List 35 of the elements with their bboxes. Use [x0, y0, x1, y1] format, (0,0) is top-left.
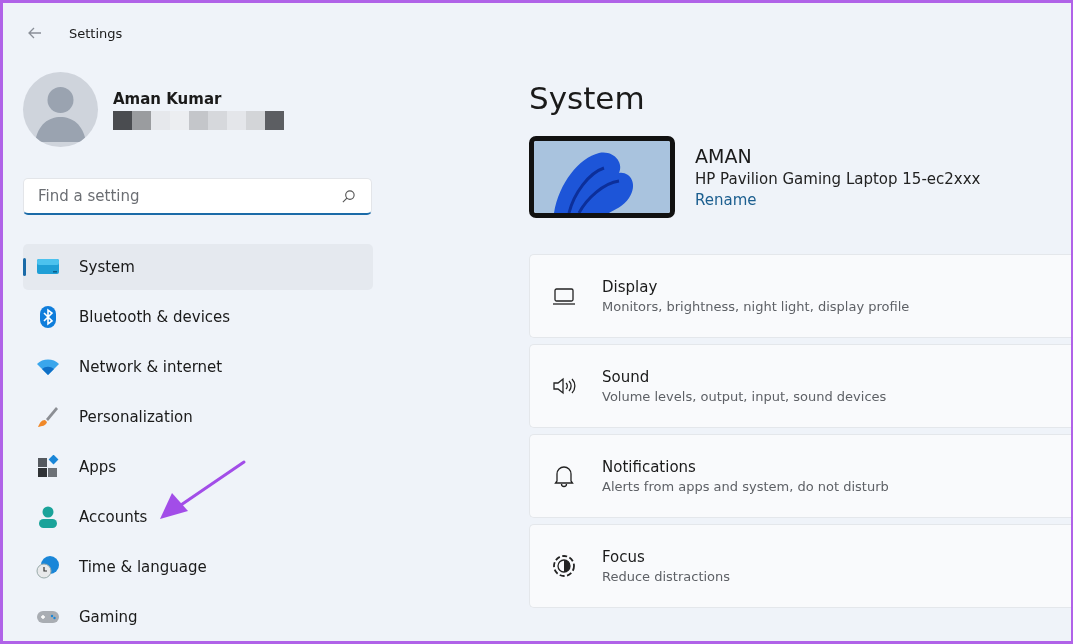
settings-card[interactable]: Sound Volume levels, output, input, sound devices	[529, 344, 1071, 428]
nav-item[interactable]: System	[23, 244, 373, 290]
device-name: AMAN	[695, 145, 753, 167]
person-icon	[36, 505, 60, 529]
nav-item[interactable]: Accounts	[23, 494, 373, 540]
rename-link[interactable]: Rename	[695, 191, 981, 209]
card-title: Sound	[602, 368, 651, 386]
nav-item[interactable]: Network & internet	[23, 344, 373, 390]
settings-card[interactable]: Notifications Alerts from apps and system, do not disturb	[529, 434, 1071, 518]
card-description: Volume levels, output, input, sound devices	[602, 389, 887, 404]
globe-clock-icon	[36, 555, 60, 579]
card-description: Reduce distractions	[602, 569, 731, 584]
search-field[interactable]: Find a setting	[23, 178, 372, 215]
card-title: Notifications	[602, 458, 697, 476]
card-description: Monitors, brightness, night light, display profile	[602, 299, 910, 314]
bell-icon	[552, 464, 576, 488]
account-name: Aman Kumar	[113, 89, 223, 108]
card-description: Alerts from apps and system, do not disturb	[602, 479, 889, 494]
card-title: Display	[602, 278, 659, 296]
device-model: HP Pavilion Gaming Laptop 15-ec2xxx	[695, 170, 981, 188]
page-title: System	[529, 79, 646, 118]
back-arrow-icon[interactable]	[27, 25, 43, 41]
search-icon	[341, 189, 356, 204]
nav-item[interactable]: Gaming	[23, 594, 373, 640]
nav-item[interactable]: Time & language	[23, 544, 373, 590]
window-title: Settings	[69, 25, 123, 41]
nav-item[interactable]: Apps	[23, 444, 373, 490]
nav-item[interactable]: Bluetooth & devices	[23, 294, 373, 340]
card-title: Focus	[602, 548, 646, 566]
settings-card[interactable]: Focus Reduce distractions	[529, 524, 1071, 608]
paintbrush-icon	[36, 405, 60, 429]
settings-card[interactable]: Display Monitors, brightness, night light, display profile	[529, 254, 1071, 338]
nav-item[interactable]: Personalization	[23, 394, 373, 440]
apps-icon	[36, 455, 60, 479]
focus-icon	[552, 554, 576, 578]
